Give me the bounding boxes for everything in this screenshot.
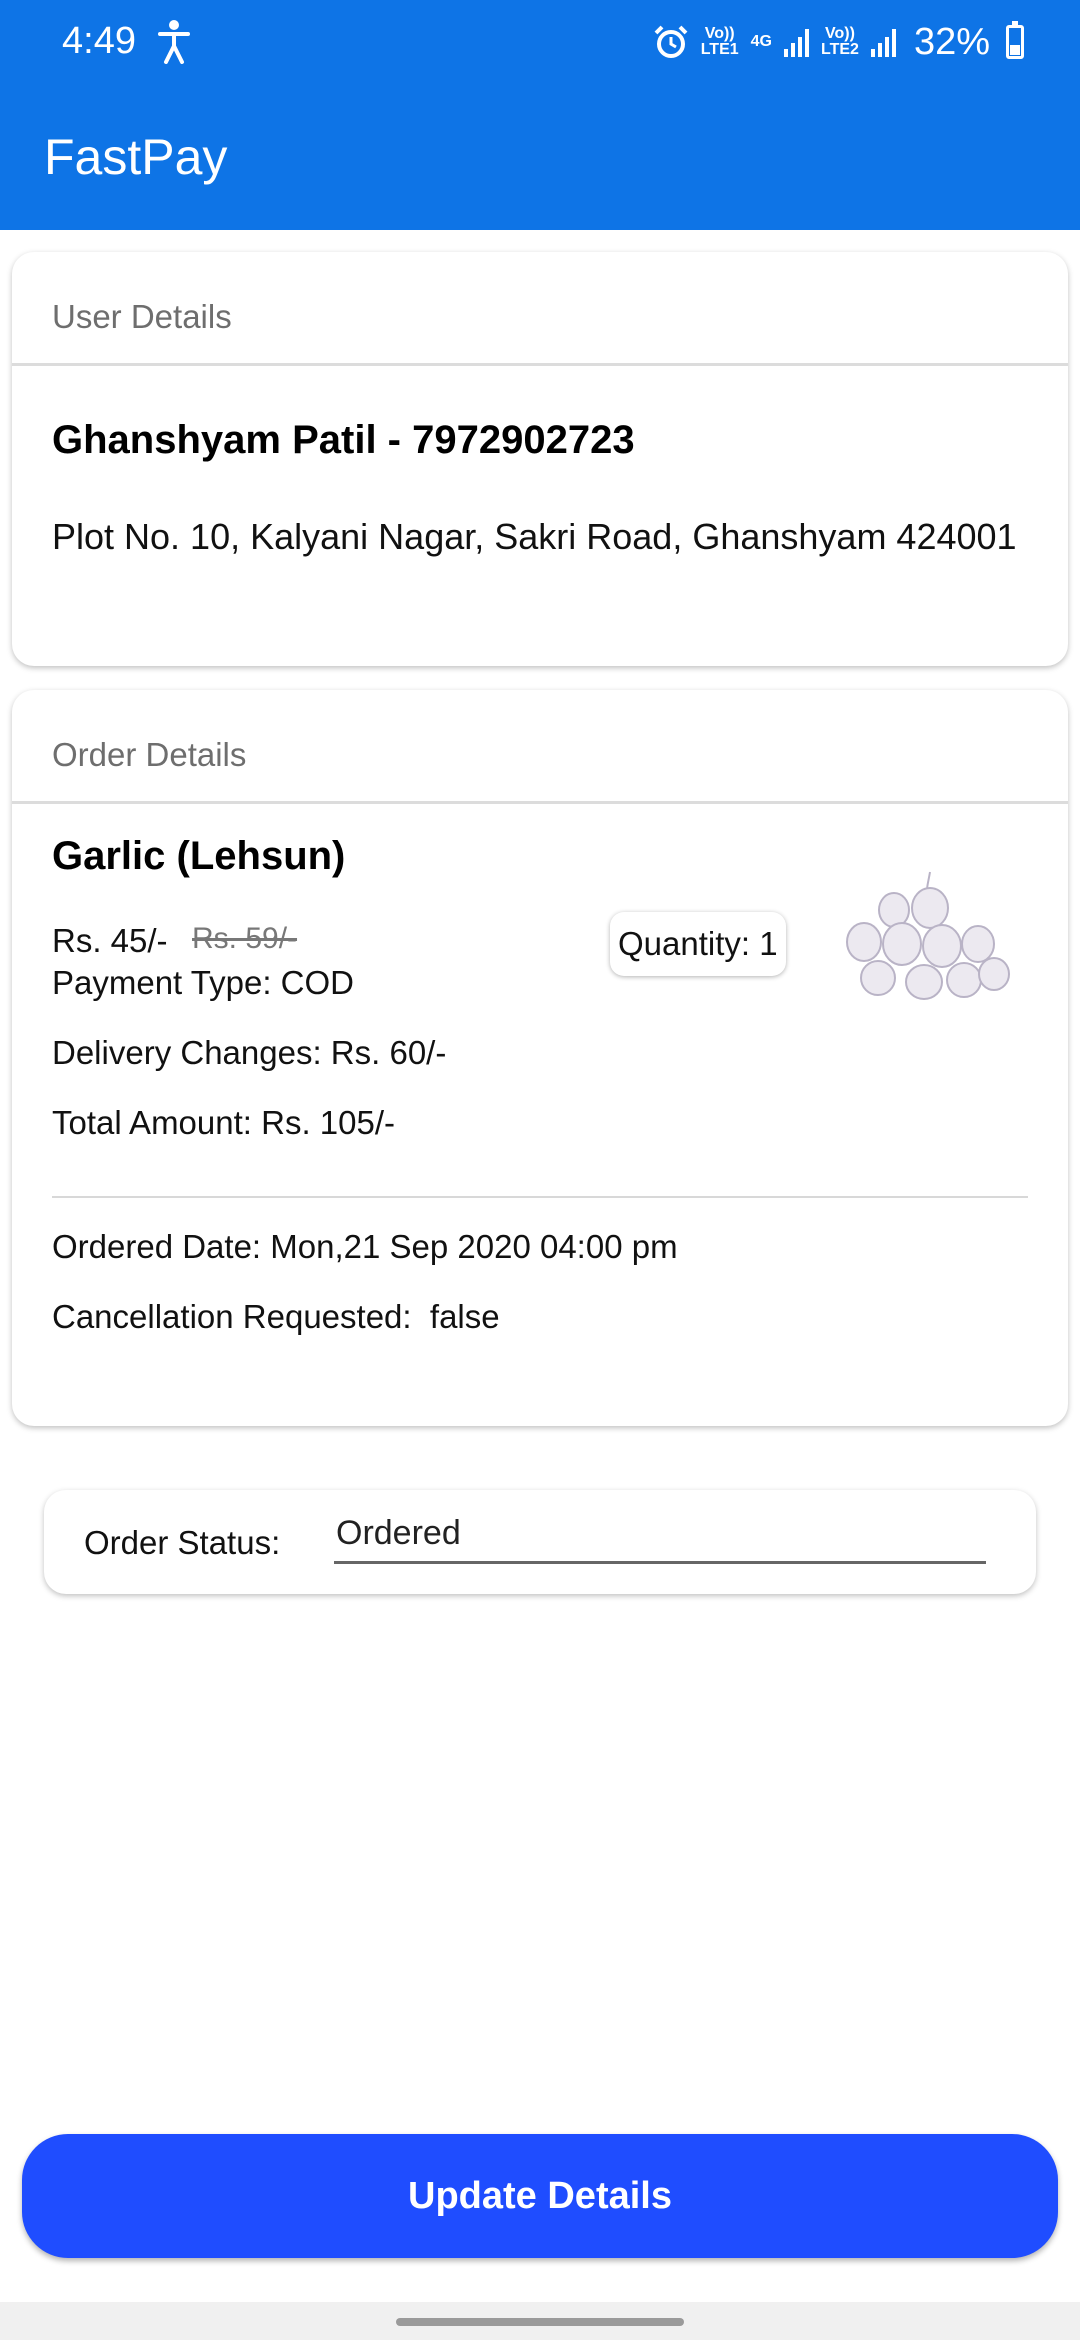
total-amount: Total Amount: Rs. 105/- [52, 1104, 396, 1141]
order-details-title: Order Details [52, 736, 247, 773]
battery-icon [1006, 21, 1024, 59]
order-status-card: Order Status: Ordered [44, 1490, 1036, 1594]
alarm-icon [654, 25, 688, 58]
product-mrp: Rs. 59/- [192, 922, 298, 955]
user-details-header: User Details [12, 252, 1068, 366]
accessibility-icon [158, 20, 190, 64]
home-gesture-handle[interactable] [396, 2318, 684, 2326]
garlic-image [846, 871, 1010, 1000]
status-time: 4:49 [62, 20, 136, 62]
user-name-phone: Ghanshyam Patil - 7972902723 [52, 418, 635, 462]
sim1-label: Vo)) LTE1 [700, 25, 739, 58]
order-status-dropdown[interactable]: Ordered [334, 1510, 986, 1564]
status-bar: 4:49 Vo)) LTE1 4G Vo)) LTE2 32% [0, 0, 1080, 84]
order-status-label: Order Status: [84, 1524, 281, 1561]
status-icons: Vo)) LTE1 4G Vo)) LTE2 32% [653, 14, 1024, 70]
network-type: 4G [750, 33, 772, 50]
quantity-badge: Quantity: 1 [610, 912, 786, 976]
payment-type: Payment Type: COD [52, 964, 355, 1001]
signal-icon [784, 27, 809, 57]
ordered-date: Ordered Date: Mon,21 Sep 2020 04:00 pm [52, 1228, 678, 1265]
app-bar: FastPay [0, 84, 1080, 230]
battery-percent: 32% [913, 20, 990, 63]
divider [52, 1196, 1028, 1198]
cancellation-requested: Cancellation Requested: false [52, 1298, 500, 1335]
update-details-button[interactable]: Update Details [22, 2134, 1058, 2258]
product-price: Rs. 45/- [52, 922, 168, 959]
user-details-title: User Details [52, 298, 232, 335]
product-name: Garlic (Lehsun) [52, 834, 346, 878]
order-details-card: Order Details Garlic (Lehsun) Rs. 45/- R… [12, 690, 1068, 1426]
user-details-card: User Details Ghanshyam Patil - 797290272… [12, 252, 1068, 666]
signal-icon [870, 27, 896, 57]
delivery-charges: Delivery Changes: Rs. 60/- [52, 1034, 447, 1071]
app-title: FastPay [44, 129, 228, 185]
sim2-label: Vo)) LTE2 [821, 25, 859, 58]
navigation-bar [0, 2302, 1080, 2340]
order-details-header: Order Details [12, 690, 1068, 804]
user-address: Plot No. 10, Kalyani Nagar, Sakri Road, … [52, 516, 1017, 557]
